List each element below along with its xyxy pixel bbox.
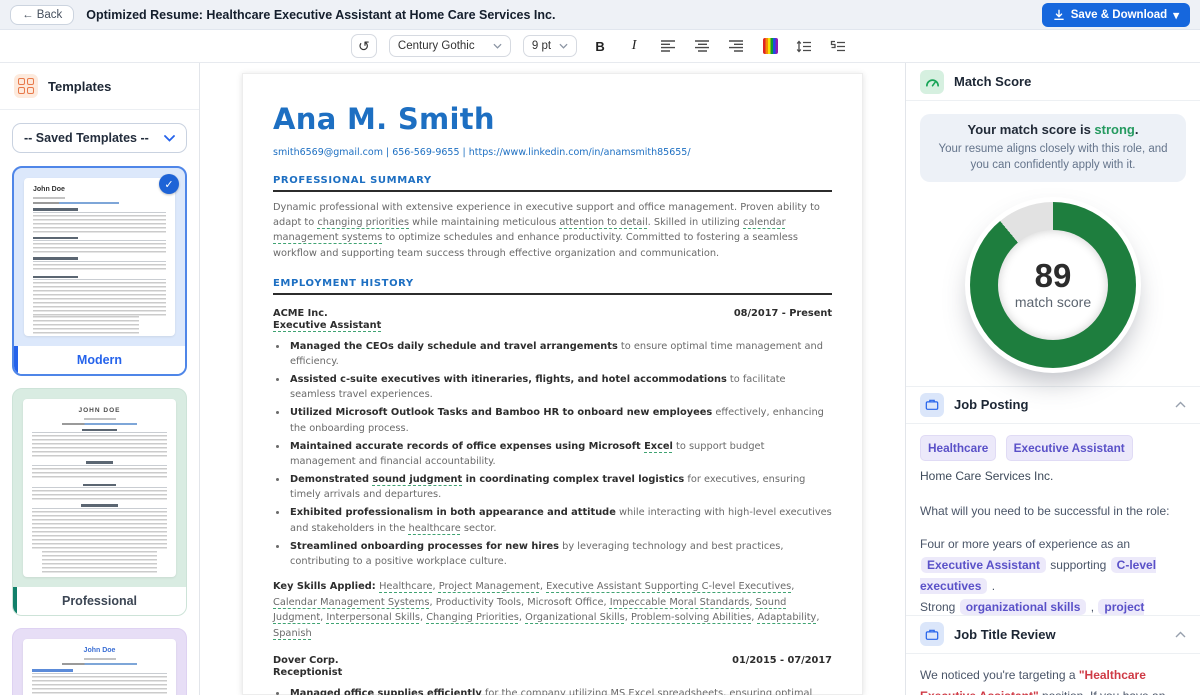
download-icon (1053, 9, 1065, 21)
analysis-sidebar: Match Score Your match score is strong. … (905, 63, 1200, 695)
job-tag: Executive Assistant (1006, 435, 1133, 462)
job-title-review-body: We noticed you're targeting a "Healthcar… (906, 654, 1200, 695)
chevron-down-icon (559, 43, 568, 49)
bullet: Exhibited professionalism in both appear… (288, 505, 832, 535)
chevron-up-icon[interactable] (1175, 631, 1186, 638)
align-right-icon[interactable] (725, 35, 747, 57)
resume-document[interactable]: Ana M. Smith smith6569@gmail.com | 656-5… (242, 73, 863, 695)
bullet: Demonstrated sound judgment in coordinat… (288, 472, 832, 502)
job-posting-header[interactable]: Job Posting (906, 386, 1200, 424)
italic-button[interactable]: I (623, 35, 645, 57)
bullet: Streamlined onboarding processes for new… (288, 539, 832, 569)
thumb-name: John Doe (33, 186, 166, 194)
template-card-third[interactable]: John Doe (12, 628, 187, 695)
job-tags: Healthcare Executive Assistant (920, 435, 1186, 462)
font-family-value: Century Gothic (398, 40, 475, 52)
bullet: Assisted c-suite executives with itinera… (288, 372, 832, 402)
job-role: Executive Assistant (273, 320, 381, 331)
paragraph-spacing-icon[interactable] (827, 35, 849, 57)
job-requirement: Strong organizational skills , project m… (920, 597, 1186, 615)
job-company: Home Care Services Inc. (920, 466, 1186, 487)
job-posting-intro: What will you need to be successful in t… (920, 501, 1186, 522)
key-skills: Key Skills Applied: Healthcare, Project … (273, 579, 832, 642)
bold-button[interactable]: B (589, 35, 611, 57)
template-thumbnail: John Doe (24, 178, 175, 336)
bullet: Managed office supplies efficiently for … (288, 686, 832, 695)
saved-templates-select[interactable]: -- Saved Templates -- (12, 123, 187, 153)
undo-icon[interactable]: ↺ (351, 34, 377, 58)
thumb-name: JOHN DOE (32, 407, 167, 415)
resume-preview-area: Ana M. Smith smith6569@gmail.com | 656-5… (200, 63, 905, 695)
resume-contact: smith6569@gmail.com | 656-569-9655 | htt… (273, 147, 832, 158)
templates-grid-icon (14, 74, 38, 98)
score-donut-ring: 89 match score (970, 202, 1136, 368)
match-score-title: Match Score (954, 74, 1186, 89)
align-center-icon[interactable] (691, 35, 713, 57)
align-left-icon[interactable] (657, 35, 679, 57)
job-dates: 01/2015 - 07/2017 (732, 655, 832, 666)
score-value: 89 (1035, 259, 1072, 294)
match-score-headline: Your match score is strong. (936, 122, 1170, 139)
template-card-professional[interactable]: JOHN DOE Professional (12, 388, 187, 616)
templates-header: Templates (0, 63, 199, 110)
page-title: Optimized Resume: Healthcare Executive A… (86, 8, 1029, 22)
back-button[interactable]: ← Back (10, 5, 74, 25)
bullet: Maintained accurate records of office ex… (288, 439, 832, 469)
summary-paragraph: Dynamic professional with extensive expe… (273, 200, 832, 261)
score-label: match score (1015, 294, 1091, 310)
chevron-down-icon (164, 135, 175, 142)
thumb-name: John Doe (32, 647, 167, 655)
match-score-summary-card: Your match score is strong. Your resume … (920, 114, 1186, 182)
font-family-select[interactable]: Century Gothic (389, 35, 511, 57)
company-name: Dover Corp. (273, 655, 339, 666)
section-title-summary: PROFESSIONAL SUMMARY (273, 175, 832, 192)
caret-down-icon: ▾ (1173, 8, 1179, 22)
match-score-chart: 89 match score (906, 188, 1200, 386)
template-thumbnail: JOHN DOE (23, 399, 176, 577)
template-label: Modern (14, 346, 185, 374)
score-donut-center: 89 match score (998, 230, 1108, 340)
template-label: Professional (13, 587, 186, 615)
templates-sidebar: Templates -- Saved Templates -- ✓ John D… (0, 63, 200, 695)
save-download-button[interactable]: Save & Download ▾ (1042, 3, 1190, 27)
chevron-up-icon[interactable] (1175, 401, 1186, 408)
job-requirement: Four or more years of experience as an E… (920, 534, 1186, 597)
job-header: Dover Corp. 01/2015 - 07/2017 (273, 655, 832, 666)
match-score-subtext: Your resume aligns closely with this rol… (936, 142, 1170, 174)
job-bullets: Managed office supplies efficiently for … (288, 686, 832, 695)
bullet: Utilized Microsoft Outlook Tasks and Bam… (288, 405, 832, 435)
section-title-employment: EMPLOYMENT HISTORY (273, 278, 832, 295)
match-score-header: Match Score (906, 63, 1200, 101)
template-card-modern[interactable]: ✓ John Doe Modern (12, 166, 187, 376)
bullet: Managed the CEOs daily schedule and trav… (288, 339, 832, 369)
briefcase-icon (920, 622, 944, 646)
briefcase-icon (920, 393, 944, 417)
gauge-icon (920, 70, 944, 94)
templates-title: Templates (48, 79, 111, 94)
job-header: ACME Inc. 08/2017 - Present (273, 308, 832, 319)
line-spacing-icon[interactable] (793, 35, 815, 57)
company-name: ACME Inc. (273, 308, 328, 319)
job-title-review-title: Job Title Review (954, 627, 1165, 642)
save-download-label: Save & Download (1071, 9, 1168, 21)
job-role: Receptionist (273, 667, 832, 678)
job-title-review-header[interactable]: Job Title Review (906, 616, 1200, 654)
top-bar: ← Back Optimized Resume: Healthcare Exec… (0, 0, 1200, 30)
job-dates: 08/2017 - Present (734, 308, 832, 319)
job-tag: Healthcare (920, 435, 996, 462)
job-posting-body: Healthcare Executive Assistant Home Care… (906, 424, 1200, 616)
font-size-value: 9 pt (532, 40, 551, 52)
font-size-select[interactable]: 9 pt (523, 35, 577, 57)
format-toolbar: ↺ Century Gothic 9 pt B I (0, 30, 1200, 63)
job-posting-title: Job Posting (954, 397, 1165, 412)
job-bullets: Managed the CEOs daily schedule and trav… (288, 339, 832, 569)
chevron-down-icon (493, 43, 502, 49)
selected-check-icon: ✓ (159, 174, 179, 194)
text-color-icon[interactable] (759, 35, 781, 57)
resume-name: Ana M. Smith (273, 102, 832, 136)
template-thumbnail: John Doe (23, 639, 176, 695)
saved-templates-value: -- Saved Templates -- (24, 131, 149, 145)
